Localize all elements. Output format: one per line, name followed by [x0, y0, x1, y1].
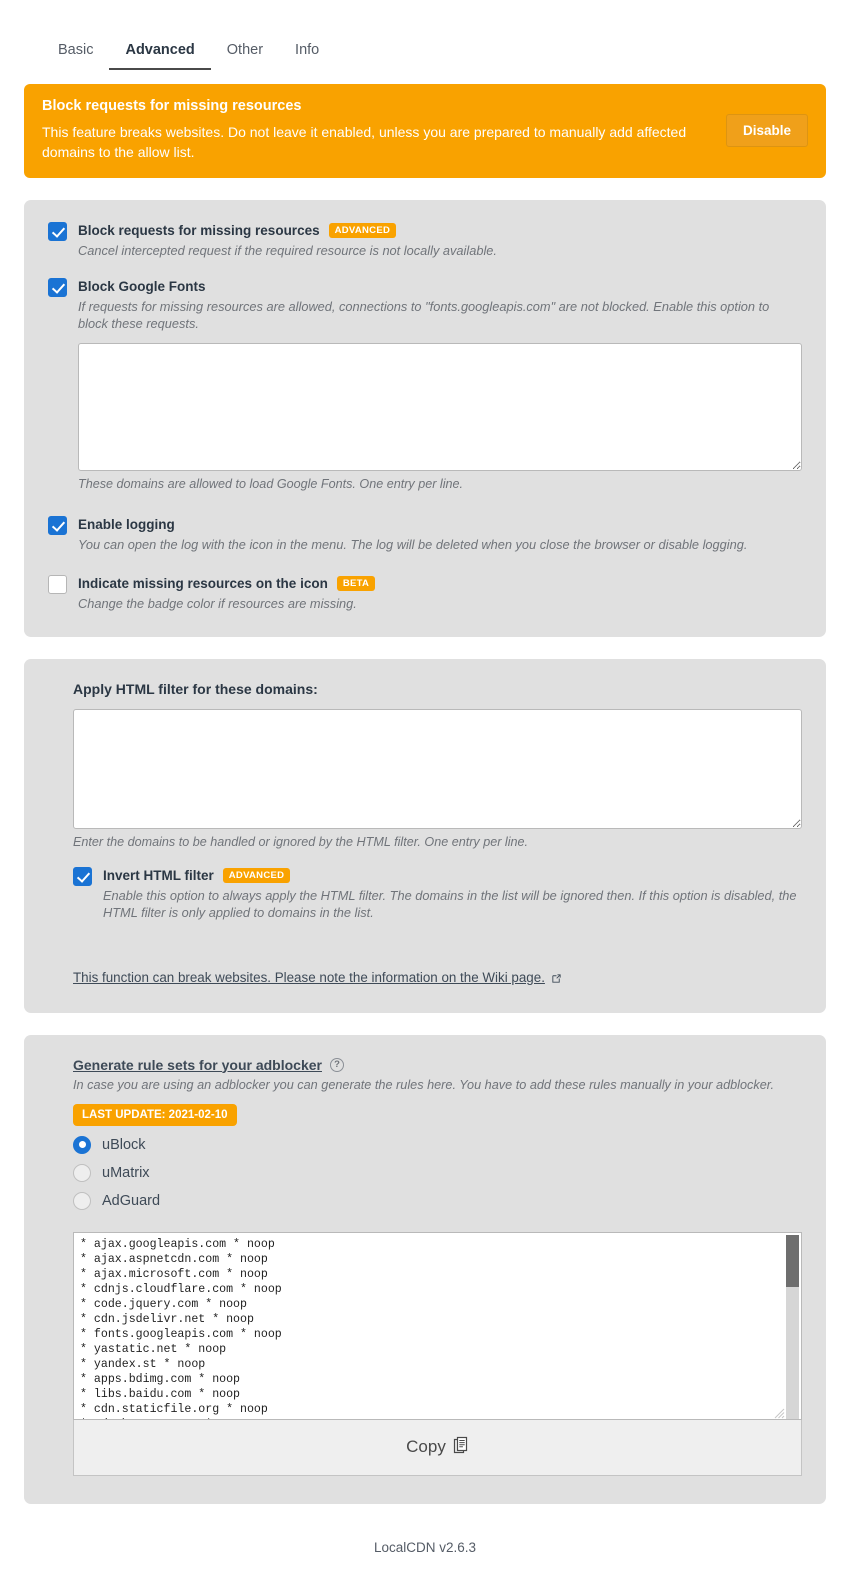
google-fonts-allowlist-textarea[interactable] [78, 342, 802, 471]
option-label: Enable logging [78, 516, 175, 532]
option-label: Indicate missing resources on the icon [78, 576, 328, 591]
help-circle-icon[interactable]: ? [329, 1057, 344, 1072]
option-block-google-fonts: Block Google Fonts If requests for missi… [48, 277, 802, 492]
option-header: Indicate missing resources on the icon B… [78, 575, 802, 592]
checkbox-enable-logging[interactable] [48, 515, 67, 535]
html-filter-panel: Apply HTML filter for these domains: Ent… [24, 658, 826, 1013]
tab-advanced[interactable]: Advanced [109, 41, 211, 70]
warning-banner: Block requests for missing resources Thi… [24, 84, 826, 178]
tab-other[interactable]: Other [211, 41, 279, 70]
wiki-link-label: This function can break websites. Please… [73, 969, 545, 985]
option-description: Enable this option to always apply the H… [103, 887, 797, 921]
option-body: Invert HTML filter ADVANCED Enable this … [92, 867, 802, 922]
option-body: Enable logging You can open the log with… [67, 516, 802, 554]
rules-scrollbar-thumb[interactable] [786, 1234, 799, 1287]
clipboard-icon [453, 1436, 469, 1459]
checkbox-block-google-fonts[interactable] [48, 277, 67, 297]
option-label: Block Google Fonts [78, 278, 206, 294]
tab-info[interactable]: Info [279, 41, 335, 70]
option-header: Block Google Fonts [78, 278, 802, 295]
rulesets-panel: Generate rule sets for your adblocker ? … [24, 1034, 826, 1504]
html-filter-title: Apply HTML filter for these domains: [73, 680, 318, 697]
rulesets-title[interactable]: Generate rule sets for your adblocker [73, 1057, 322, 1073]
option-invert-html-filter: Invert HTML filter ADVANCED Enable this … [73, 866, 802, 922]
last-update-badge: LAST UPDATE: 2021-02-10 [73, 1103, 237, 1126]
option-body: Block Google Fonts If requests for missi… [67, 278, 802, 492]
advanced-badge: ADVANCED [328, 223, 397, 238]
option-enable-logging: Enable logging You can open the log with… [48, 515, 802, 554]
banner-text-group: Block requests for missing resources Thi… [42, 98, 712, 162]
radio-row-ublock[interactable]: uBlock [73, 1135, 802, 1154]
rulesets-header: Generate rule sets for your adblocker ? [73, 1057, 802, 1073]
radio-row-umatrix[interactable]: uMatrix [73, 1163, 802, 1182]
radio-umatrix[interactable] [73, 1163, 91, 1182]
checkbox-block-missing-resources[interactable] [48, 222, 67, 241]
wiki-warning-link[interactable]: This function can break websites. Please… [73, 970, 562, 985]
rulesets-description: In case you are using an adblocker you c… [73, 1077, 775, 1092]
option-indicate-missing-resources: Indicate missing resources on the icon B… [48, 575, 802, 613]
beta-badge: BETA [336, 576, 376, 591]
html-filter-hint: Enter the domains to be handled or ignor… [73, 834, 529, 849]
checkbox-invert-html-filter[interactable] [73, 866, 92, 886]
footer-version: LocalCDN v2.6.3 [373, 1539, 477, 1555]
rules-output-textarea[interactable]: * ajax.googleapis.com * noop * ajax.aspn… [73, 1231, 802, 1420]
option-body: Block requests for missing resources ADV… [67, 222, 802, 260]
option-label: Block requests for missing resources [78, 223, 320, 238]
radio-label-umatrix: uMatrix [102, 1164, 150, 1181]
radio-label-adguard: AdGuard [102, 1192, 161, 1209]
option-label: Invert HTML filter [103, 867, 214, 883]
radio-row-adguard[interactable]: AdGuard [73, 1191, 802, 1210]
option-description: You can open the log with the icon in th… [78, 536, 748, 552]
tab-bar: Basic Advanced Other Info [0, 0, 850, 70]
external-link-icon [551, 972, 562, 983]
option-description: Cancel intercepted request if the requir… [78, 243, 497, 258]
advanced-options-panel: Block requests for missing resources ADV… [24, 200, 826, 637]
radio-label-ublock: uBlock [102, 1136, 146, 1153]
option-description: If requests for missing resources are al… [78, 298, 770, 332]
rules-output-wrapper: * ajax.googleapis.com * noop * ajax.aspn… [73, 1231, 802, 1476]
option-block-missing-resources: Block requests for missing resources ADV… [48, 222, 802, 260]
radio-ublock[interactable] [73, 1135, 91, 1154]
advanced-badge: ADVANCED [222, 867, 291, 883]
copy-button-label: Copy [406, 1437, 446, 1456]
banner-description: This feature breaks websites. Do not lea… [42, 124, 687, 160]
option-header: Block requests for missing resources ADV… [78, 222, 802, 239]
rules-output-text: * ajax.googleapis.com * noop * ajax.aspn… [80, 1237, 282, 1419]
radio-adguard[interactable] [73, 1191, 91, 1210]
option-header: Invert HTML filter ADVANCED [103, 867, 802, 884]
resize-handle-icon[interactable] [774, 1406, 785, 1418]
option-header: Enable logging [78, 516, 802, 533]
option-description: Change the badge color if resources are … [78, 596, 357, 611]
tab-basic[interactable]: Basic [42, 41, 109, 70]
disable-button[interactable]: Disable [725, 113, 808, 147]
html-filter-domains-textarea[interactable] [73, 708, 802, 829]
banner-title: Block requests for missing resources [42, 98, 302, 114]
copy-button[interactable]: Copy [73, 1419, 802, 1476]
option-body: Indicate missing resources on the icon B… [67, 575, 802, 613]
checkbox-indicate-missing-resources[interactable] [48, 575, 67, 594]
google-fonts-hint: These domains are allowed to load Google… [78, 476, 464, 491]
rules-scrollbar[interactable] [786, 1234, 799, 1419]
